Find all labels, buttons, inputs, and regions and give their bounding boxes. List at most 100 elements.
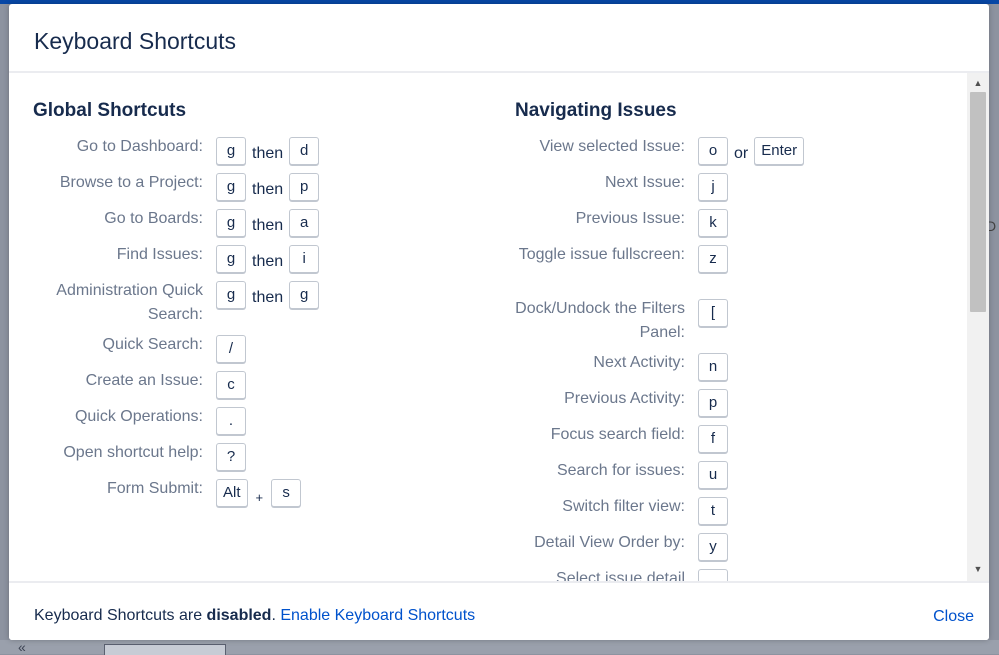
shortcut-label: Dock/Undock the Filters Panel: [515, 300, 685, 341]
key-separator: then [252, 217, 284, 234]
shortcut-keys: f [698, 423, 728, 453]
keycap: d [289, 137, 320, 165]
navigating-shortcut-row: Focus search field: f [515, 423, 728, 453]
shortcut-label: Focus search field: [550, 426, 685, 443]
status-prefix: Keyboard Shortcuts are [34, 607, 207, 624]
shortcut-keys: g then d [216, 135, 320, 165]
key-separator: or [734, 145, 749, 162]
shortcut-keys: k [698, 207, 728, 237]
navigating-shortcut-row: Detail View Order by: y [515, 531, 728, 561]
shortcut-keys: g then p [216, 171, 320, 201]
keycap: g [216, 137, 246, 165]
key-separator: then [252, 145, 284, 162]
status-suffix: . [271, 607, 276, 624]
navigating-issues-heading: Navigating Issues [515, 100, 677, 121]
shortcut-label: Browse to a Project: [59, 174, 203, 191]
body-scrollbar[interactable]: ▲ ▼ [967, 73, 989, 581]
global-shortcut-row: Administration Quick Search: g then g [33, 279, 320, 327]
shortcut-keys: j [698, 171, 728, 201]
global-shortcut-row: Quick Operations:. [33, 405, 246, 435]
keycap: f [698, 425, 728, 453]
navigating-shortcut-row: Dock/Undock the Filters Panel: [ [515, 297, 728, 345]
close-button[interactable]: Close [933, 608, 974, 626]
keycap: y [698, 533, 728, 561]
dialog-footer: Keyboard Shortcuts are disabled. Enable … [9, 581, 989, 640]
shortcuts-status-text: Keyboard Shortcuts are disabled. Enable … [34, 607, 475, 625]
keycap: , [698, 569, 728, 581]
keycap: g [289, 281, 320, 309]
keyboard-shortcuts-dialog: Keyboard Shortcuts Global Shortcuts Go t… [9, 4, 989, 640]
shortcut-keys: / [216, 333, 246, 363]
keycap: o [698, 137, 728, 165]
keycap: g [216, 209, 246, 237]
shortcut-label: Select issue detail [556, 570, 685, 581]
navigating-shortcut-row: Previous Activity: p [515, 387, 728, 417]
shortcut-keys: . [216, 405, 246, 435]
key-separator: then [252, 289, 284, 306]
global-shortcut-row: Go to Dashboard: g then d [33, 135, 320, 165]
shortcut-label: Quick Operations: [74, 408, 203, 425]
shortcut-label: View selected Issue: [539, 138, 685, 155]
shortcut-keys: z [698, 243, 728, 273]
global-shortcut-row: Browse to a Project: g then p [33, 171, 320, 201]
keycap: s [271, 479, 302, 507]
shortcut-keys: n [698, 351, 728, 381]
backdrop-chevron-icon: « [18, 639, 26, 655]
shortcut-label: Create an Issue: [85, 372, 203, 389]
navigating-shortcut-row: Next Activity: n [515, 351, 728, 381]
keycap: g [216, 245, 246, 273]
shortcut-label: Open shortcut help: [63, 444, 203, 461]
keycap: Enter [754, 137, 805, 165]
shortcut-label: Switch filter view: [562, 498, 685, 515]
keycap: g [216, 173, 246, 201]
keycap: Alt [216, 479, 248, 507]
key-separator: + [255, 489, 264, 505]
shortcut-keys: , [698, 567, 728, 581]
shortcut-keys: t [698, 495, 728, 525]
keycap: j [698, 173, 728, 201]
shortcut-label: Go to Boards: [104, 210, 203, 227]
keycap: / [216, 335, 246, 363]
global-shortcut-row: Quick Search: / [33, 333, 246, 363]
scrollbar-thumb[interactable] [970, 92, 986, 312]
global-shortcut-row: Create an Issue: c [33, 369, 246, 399]
keycap: p [289, 173, 320, 201]
keycap: k [698, 209, 728, 237]
shortcut-keys: ? [216, 441, 246, 471]
shortcut-label: Form Submit: [106, 480, 203, 497]
scroll-up-arrow-icon[interactable]: ▲ [967, 75, 989, 91]
shortcut-label: Find Issues: [116, 246, 203, 263]
keycap: c [216, 371, 246, 399]
navigating-shortcut-row: View selected Issue: o or Enter [515, 135, 805, 165]
status-value: disabled [206, 607, 272, 624]
navigating-shortcut-row: Previous Issue: k [515, 207, 728, 237]
shortcut-label: Administration Quick Search: [56, 282, 203, 323]
shortcut-label: Next Issue: [604, 174, 685, 191]
keycap: ? [216, 443, 246, 471]
scroll-down-arrow-icon[interactable]: ▼ [967, 561, 989, 577]
global-shortcuts-heading: Global Shortcuts [33, 100, 187, 121]
global-shortcut-row: Open shortcut help:? [33, 441, 246, 471]
keycap: a [289, 209, 320, 237]
shortcut-label: Detail View Order by: [534, 534, 685, 551]
backdrop-panel [104, 644, 226, 655]
shortcut-keys: o or Enter [698, 135, 805, 165]
shortcut-label: Go to Dashboard: [76, 138, 203, 155]
shortcut-label: Search for issues: [556, 462, 685, 479]
enable-shortcuts-link[interactable]: Enable Keyboard Shortcuts [280, 607, 475, 624]
keycap: t [698, 497, 728, 525]
navigating-shortcut-row: Toggle issue fullscreen: z [515, 243, 728, 273]
dialog-body[interactable]: Global Shortcuts Go to Dashboard: g then d B… [9, 73, 989, 581]
keycap: n [698, 353, 728, 381]
shortcut-label: Previous Issue: [575, 210, 685, 227]
shortcut-label: Previous Activity: [564, 390, 685, 407]
shortcut-keys: g then a [216, 207, 320, 237]
shortcut-keys: g then g [216, 279, 320, 309]
shortcut-keys: c [216, 369, 246, 399]
dialog-header: Keyboard Shortcuts [9, 4, 989, 73]
keycap: i [289, 245, 320, 273]
navigating-shortcut-row: Search for issues: u [515, 459, 728, 489]
navigating-shortcut-row: Next Issue: j [515, 171, 728, 201]
shortcut-keys: p [698, 387, 728, 417]
shortcut-keys: [ [698, 297, 728, 327]
